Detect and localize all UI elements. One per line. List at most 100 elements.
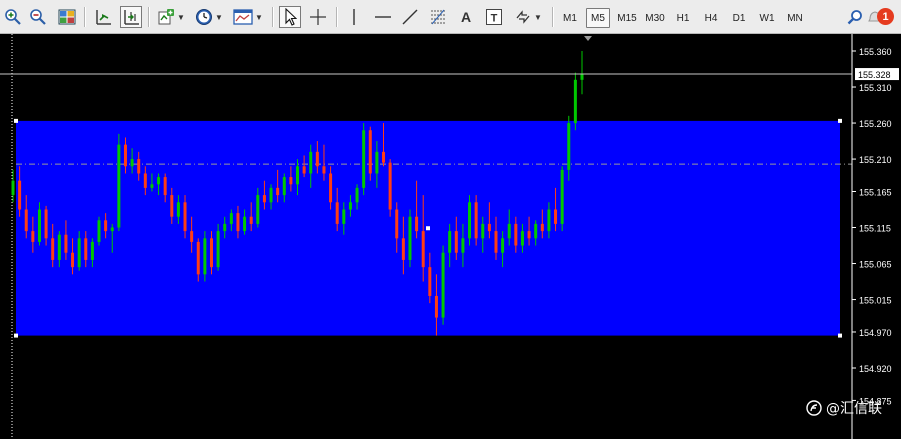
candle-body xyxy=(309,151,313,174)
candle-body xyxy=(130,159,134,167)
timeframe-m15[interactable]: M15 xyxy=(614,8,640,28)
toolbar-separator xyxy=(148,7,150,27)
notification-badge[interactable]: 1 xyxy=(877,8,894,25)
price-chart[interactable]: 155.360 155.310 155.260 155.210 155.165 155.1… xyxy=(0,34,901,439)
candle-body xyxy=(461,238,465,253)
arrows-icon[interactable]: ▼ xyxy=(511,6,545,28)
candle-body xyxy=(494,231,498,253)
candle-body xyxy=(229,213,233,224)
timeframe-m30[interactable]: M30 xyxy=(642,8,668,28)
candle-body xyxy=(342,209,346,224)
candle-body xyxy=(163,177,167,196)
candle-body xyxy=(223,223,227,232)
vertical-line-icon[interactable] xyxy=(344,6,364,28)
search-icon[interactable] xyxy=(845,6,865,28)
candle-body xyxy=(176,202,180,217)
candle-body xyxy=(421,231,425,268)
rectangle-anchor-point xyxy=(14,333,18,338)
candle-body xyxy=(123,144,127,167)
toolbar-separator xyxy=(552,7,554,27)
chart-shift-icon[interactable] xyxy=(92,6,114,28)
timeframe-d1[interactable]: D1 xyxy=(727,8,751,28)
chevron-down-icon: ▼ xyxy=(215,12,223,22)
candle-body xyxy=(117,144,121,228)
crosshair-icon[interactable] xyxy=(307,6,329,28)
candle-body xyxy=(507,223,511,239)
timeframe-mn[interactable]: MN xyxy=(783,8,807,28)
candle-body xyxy=(388,162,392,210)
candle-body xyxy=(401,238,405,260)
templates-icon[interactable]: ▼ xyxy=(231,6,265,28)
candle-body xyxy=(448,231,452,253)
timeframe-h4[interactable]: H4 xyxy=(699,8,723,28)
candle-body xyxy=(243,216,247,232)
candle-body xyxy=(534,223,538,239)
price-tick-label: 155.015 xyxy=(859,296,892,306)
rectangle-anchor-point xyxy=(838,118,842,123)
timeframe-m1[interactable]: M1 xyxy=(558,8,582,28)
candle-body xyxy=(190,231,194,242)
candle-body xyxy=(573,79,577,124)
candle-body xyxy=(514,223,518,246)
tile-windows-icon[interactable] xyxy=(56,6,78,28)
candle-body xyxy=(434,295,438,318)
candle-body xyxy=(368,130,372,174)
trendline-icon[interactable] xyxy=(399,6,421,28)
candle-body xyxy=(527,231,531,239)
logo-icon xyxy=(806,400,822,416)
candle-body xyxy=(11,180,15,196)
candle-body xyxy=(468,202,472,239)
candle-body xyxy=(269,187,273,203)
candle-body xyxy=(474,202,478,239)
price-tick-label: 154.920 xyxy=(859,364,892,374)
candle-body xyxy=(236,213,240,232)
candle-body xyxy=(137,159,141,174)
candle-body xyxy=(256,195,260,224)
timeframe-w1[interactable]: W1 xyxy=(755,8,779,28)
candle-body xyxy=(487,223,491,232)
price-tick-label: 155.115 xyxy=(859,224,891,234)
cursor-icon[interactable] xyxy=(279,6,301,28)
chart-shift-marker xyxy=(584,36,592,41)
fibonacci-icon[interactable] xyxy=(427,6,449,28)
candle-body xyxy=(31,231,35,242)
price-tick-label: 155.260 xyxy=(859,119,892,129)
candle-body xyxy=(348,202,352,210)
add-indicator-icon[interactable]: ▼ xyxy=(155,6,187,28)
candle-body xyxy=(216,231,220,268)
candle-body xyxy=(150,184,154,188)
candle-body xyxy=(520,231,524,246)
timeframe-h1[interactable]: H1 xyxy=(671,8,695,28)
horizontal-line-icon[interactable] xyxy=(372,6,394,28)
text-icon[interactable]: A xyxy=(455,6,477,28)
zoom-in-icon[interactable] xyxy=(3,6,23,28)
candle-body xyxy=(554,209,558,224)
candle-body xyxy=(51,238,55,260)
candle-body xyxy=(143,173,147,188)
candle-body xyxy=(18,180,22,210)
candle-body xyxy=(84,238,88,260)
zoom-out-icon[interactable] xyxy=(28,6,48,28)
candle-body xyxy=(454,231,458,253)
watermark: @汇信联 xyxy=(806,398,882,418)
candle-body xyxy=(64,234,68,253)
candle-body xyxy=(315,151,319,167)
candle-body xyxy=(209,238,213,268)
candle-body xyxy=(44,209,48,239)
period-clock-icon[interactable]: ▼ xyxy=(193,6,225,28)
price-tick-label: 154.970 xyxy=(859,328,892,338)
candle-body xyxy=(428,267,432,296)
candle-body xyxy=(560,169,564,224)
candle-body xyxy=(203,238,207,275)
timeframe-m5[interactable]: M5 xyxy=(586,8,610,28)
candle-body xyxy=(382,151,386,163)
autoscroll-icon[interactable] xyxy=(120,6,142,28)
price-tick-label: 155.210 xyxy=(859,155,892,165)
candle-body xyxy=(375,151,379,174)
toolbar-separator xyxy=(84,7,86,27)
candle-body xyxy=(196,241,200,275)
candle-body xyxy=(90,241,94,260)
candle-body xyxy=(157,177,161,185)
candle-body xyxy=(71,252,75,268)
text-label-icon[interactable]: T xyxy=(483,6,505,28)
